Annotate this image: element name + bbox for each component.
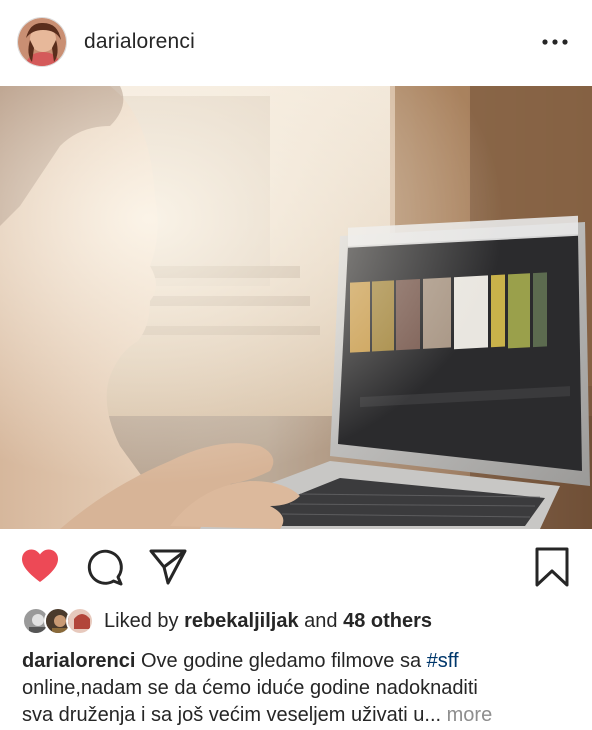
more-options-icon[interactable] bbox=[540, 30, 570, 54]
likes-prefix: Liked by bbox=[104, 610, 179, 632]
user-avatar[interactable] bbox=[17, 17, 67, 67]
caption-line-2: online,nadam se da ćemo iduće godine nad… bbox=[22, 677, 478, 699]
caption-username[interactable]: darialorenci bbox=[22, 650, 135, 672]
post-username[interactable]: darialorenci bbox=[84, 30, 195, 54]
likes-and: and bbox=[304, 610, 338, 632]
top-liker-link[interactable]: rebekaljiljak bbox=[184, 610, 299, 632]
liker-avatars[interactable] bbox=[22, 607, 98, 635]
caption-line-3: sva druženja i sa još većim veseljem uži… bbox=[22, 702, 578, 729]
caption-line-3-text: sva druženja i sa još većim veseljem uži… bbox=[22, 704, 442, 726]
liker-avatar bbox=[66, 607, 94, 635]
hashtag-link[interactable]: #sff bbox=[427, 650, 459, 672]
likes-row: Liked by rebekaljiljak and 48 others bbox=[0, 604, 592, 638]
comment-icon[interactable] bbox=[85, 547, 125, 587]
others-link[interactable]: 48 others bbox=[343, 610, 432, 632]
bookmark-icon[interactable] bbox=[532, 547, 572, 587]
caption-text: Ove godine gledamo filmove sa bbox=[140, 650, 422, 672]
likes-summary: Liked by rebekaljiljak and 48 others bbox=[104, 610, 432, 633]
post-photo[interactable] bbox=[0, 86, 592, 529]
post-header: darialorenci bbox=[0, 0, 592, 86]
action-bar bbox=[0, 529, 592, 605]
paper-plane-icon[interactable] bbox=[148, 547, 188, 587]
post-caption: darialorenci Ove godine gledamo filmove … bbox=[22, 648, 578, 729]
caption-more-link[interactable]: more bbox=[447, 704, 493, 726]
heart-filled-icon[interactable] bbox=[20, 547, 60, 587]
caption-line-1: darialorenci Ove godine gledamo filmove … bbox=[22, 648, 578, 675]
